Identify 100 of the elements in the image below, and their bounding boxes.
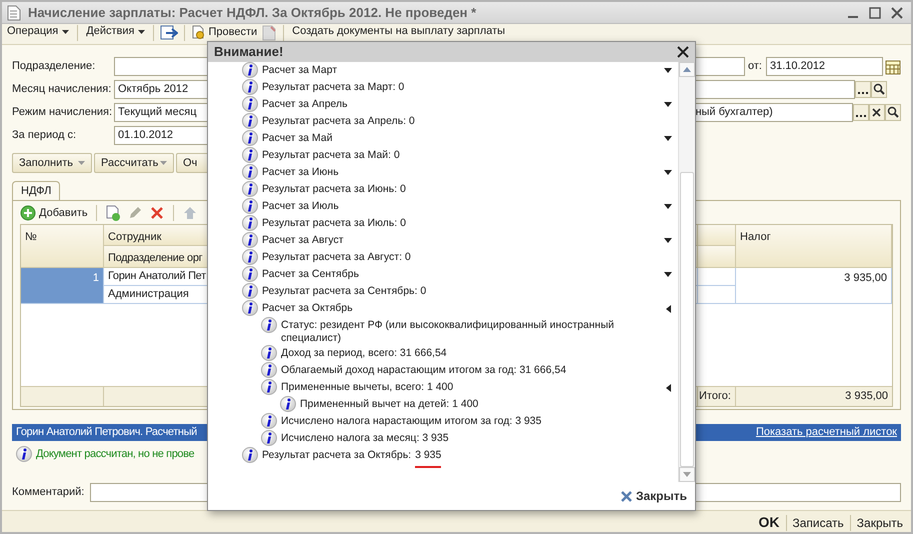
caret-icon [78,161,85,165]
group-text: Расчет за Август [262,233,344,247]
info-icon [16,446,32,462]
action-button[interactable]: Рассчитать [94,153,174,173]
search-button[interactable] [871,81,887,98]
info-icon [242,96,258,112]
message-text: Облагаемый доход нарастающим итогом за год: 31 666,54 [281,363,566,377]
field-label: от: [748,59,763,74]
info-icon [261,362,277,378]
info-icon [242,232,258,248]
select-button[interactable] [855,81,871,98]
create-documents-button[interactable]: Создать документы на выплату зарплаты [290,25,508,38]
group-text: Расчет за Март [262,63,338,77]
table-cell [698,286,736,304]
collapse-arrow-icon[interactable] [666,305,671,313]
calendar-icon[interactable] [885,58,901,74]
field-label: За период с: [12,128,78,144]
group-text: Расчет за Июнь [262,165,339,179]
show-payslip-link[interactable]: Показать расчетный листок [756,424,897,441]
date-field[interactable]: 31.10.2012 [766,57,883,76]
close-button[interactable]: Закрыть [620,487,687,505]
expand-arrow-icon[interactable] [664,68,672,73]
info-icon [242,62,258,78]
message-text: Исчислено налога за месяц: 3 935 [281,431,449,445]
group-text: Расчет за Май [262,131,332,145]
info-icon [261,413,277,429]
info-icon [261,379,277,395]
action-button[interactable]: Заполнить [12,153,92,173]
status-message: Документ рассчитан, но не прове [36,446,194,462]
message-text: Примененный вычет на детей: 1 400 [300,397,478,411]
plus-icon [20,205,36,221]
document-coins-icon [191,25,206,39]
info-icon [242,300,258,316]
footer-button[interactable]: Закрыть [854,514,905,532]
field-label: Месяц начисления: [12,82,112,98]
close-icon[interactable] [677,46,689,58]
scrollbar[interactable] [678,62,695,482]
info-icon [242,447,258,463]
info-icon [242,198,258,214]
close-icon[interactable] [890,6,904,20]
search-button[interactable] [885,104,901,121]
message-text: Результат расчета за Май: 0 [262,148,400,162]
group-text: Расчет за Сентябрь [262,267,359,281]
info-icon [261,430,277,446]
caret-icon [160,161,167,165]
expand-arrow-icon[interactable] [664,170,672,175]
message-value: 3 935 [415,449,442,461]
info-icon [261,345,277,361]
info-icon [280,396,296,412]
field-label: Комментарий: [12,485,86,500]
menu-button[interactable]: Операция [5,25,72,38]
tab[interactable]: НДФЛ [12,181,60,200]
footer-label: Итого: [698,387,736,406]
maximize-icon[interactable] [868,6,882,20]
message-text: Результат расчета за Сентябрь: 0 [262,284,426,298]
detail-text: Горин Анатолий Петрович. Расчетный [16,425,197,440]
clear-button[interactable] [869,104,885,121]
footer-button[interactable]: OK [756,512,782,532]
dialog-title: Внимание! [214,43,284,62]
copy-add-icon[interactable] [104,205,121,221]
group-text: Расчет за Октябрь [262,301,353,315]
info-icon [242,113,258,129]
info-icon [242,181,258,197]
footer-total: 3 935,00 [844,389,889,404]
column-header[interactable]: Налог [736,225,892,268]
message-text: Результат расчета за Август: 0 [262,250,411,264]
expand-arrow-icon[interactable] [664,204,672,209]
group-text: Расчет за Апрель [262,97,348,111]
post-button[interactable]: Провести [191,25,258,39]
message-text: Результат расчета за Март: 0 [262,80,404,94]
footer-button[interactable]: Записать [790,514,846,532]
expand-arrow-icon[interactable] [664,136,672,141]
column-header[interactable]: № [21,225,104,268]
document-icon [7,4,21,20]
collapse-arrow-icon[interactable] [666,384,671,392]
info-icon [261,317,277,333]
group-text: Расчет за Июль [262,199,339,213]
caret-icon [138,30,146,34]
info-icon [242,283,258,299]
window-title: Начисление зарплаты: Расчет НДФЛ. За Октябрь 2012. Не проведен * [28,4,478,22]
menu-button[interactable]: Действия [84,25,148,38]
info-icon [242,79,258,95]
table-cell [698,268,736,286]
close-icon [620,490,632,502]
expand-arrow-icon[interactable] [664,272,672,277]
message-text: Результат расчета за Июль: 0 [262,216,406,230]
delete-icon[interactable] [148,205,165,221]
scroll-thumb[interactable] [680,172,694,467]
group-text: Примененные вычеты, всего: 1 400 [281,380,454,394]
message-text: Результат расчета за Апрель: 0 [262,114,415,128]
message-text: Результат расчета за Июнь: 0 [262,182,406,196]
add-button[interactable]: Добавить [20,204,88,222]
message-text: Доход за период, всего: 31 666,54 [281,346,447,360]
message-text: Статус: резидент РФ (или высококвалифицированный иностранный специалист) [281,318,616,345]
expand-arrow-icon[interactable] [664,102,672,107]
select-button[interactable] [853,104,869,121]
info-icon [242,215,258,231]
field-label: Режим начисления: [12,105,114,120]
info-icon [242,147,258,163]
expand-arrow-icon[interactable] [664,238,672,243]
